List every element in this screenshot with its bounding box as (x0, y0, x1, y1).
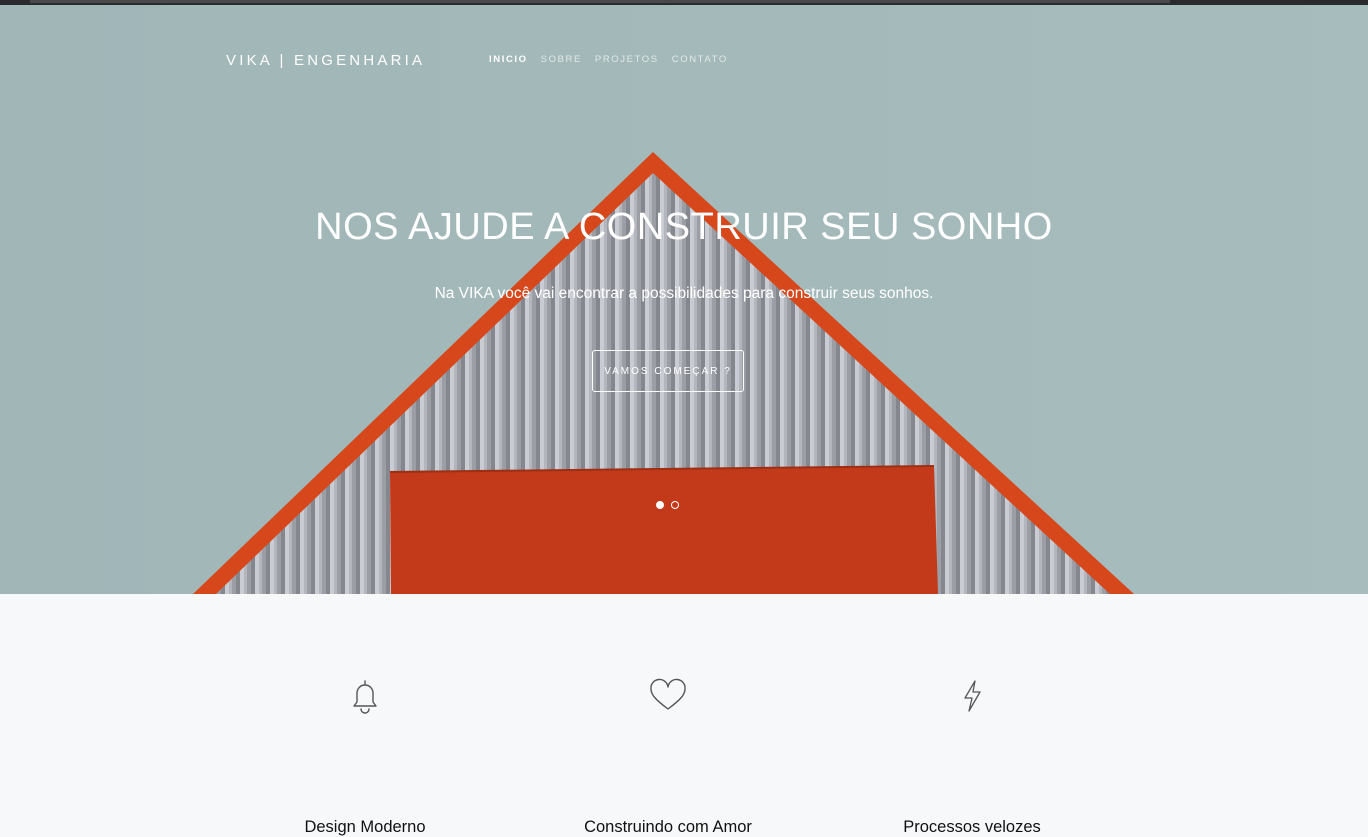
hero-carousel: VIKA | ENGENHARIA INICIO SOBRE PROJETOS … (0, 5, 1368, 594)
heart-icon (650, 678, 686, 710)
hero-headline: NOS AJUDE A CONSTRUIR SEU SONHO (315, 206, 1053, 248)
main-nav: INICIO SOBRE PROJETOS CONTATO (489, 54, 728, 65)
feature-design: Design Moderno (235, 678, 495, 836)
browser-top-strip-inner (30, 0, 1170, 3)
nav-item-sobre[interactable]: SOBRE (541, 54, 582, 65)
features-section: Design Moderno Construindo com Amor Proc… (0, 594, 1368, 836)
feature-title: Design Moderno (304, 818, 426, 836)
brand-logo[interactable]: VIKA | ENGENHARIA (226, 52, 425, 69)
feature-title: Processos velozes (903, 818, 1041, 836)
feature-love: Construindo com Amor (538, 678, 798, 836)
nav-item-inicio[interactable]: INICIO (489, 54, 528, 65)
nav-item-projetos[interactable]: PROJETOS (595, 54, 659, 65)
hero-subtitle: Na VIKA você vai encontrar a possibilida… (434, 285, 934, 302)
cta-start-button[interactable]: VAMOS COMEÇAR ? (592, 350, 744, 392)
feature-title: Construindo com Amor (584, 818, 752, 836)
carousel-indicators (656, 501, 679, 509)
feature-speed: Processos velozes (842, 678, 1102, 836)
lightning-icon (964, 680, 981, 712)
carousel-dot-2[interactable] (671, 501, 679, 509)
carousel-dot-1[interactable] (656, 501, 664, 509)
bell-icon (353, 680, 377, 714)
nav-item-contato[interactable]: CONTATO (672, 54, 728, 65)
